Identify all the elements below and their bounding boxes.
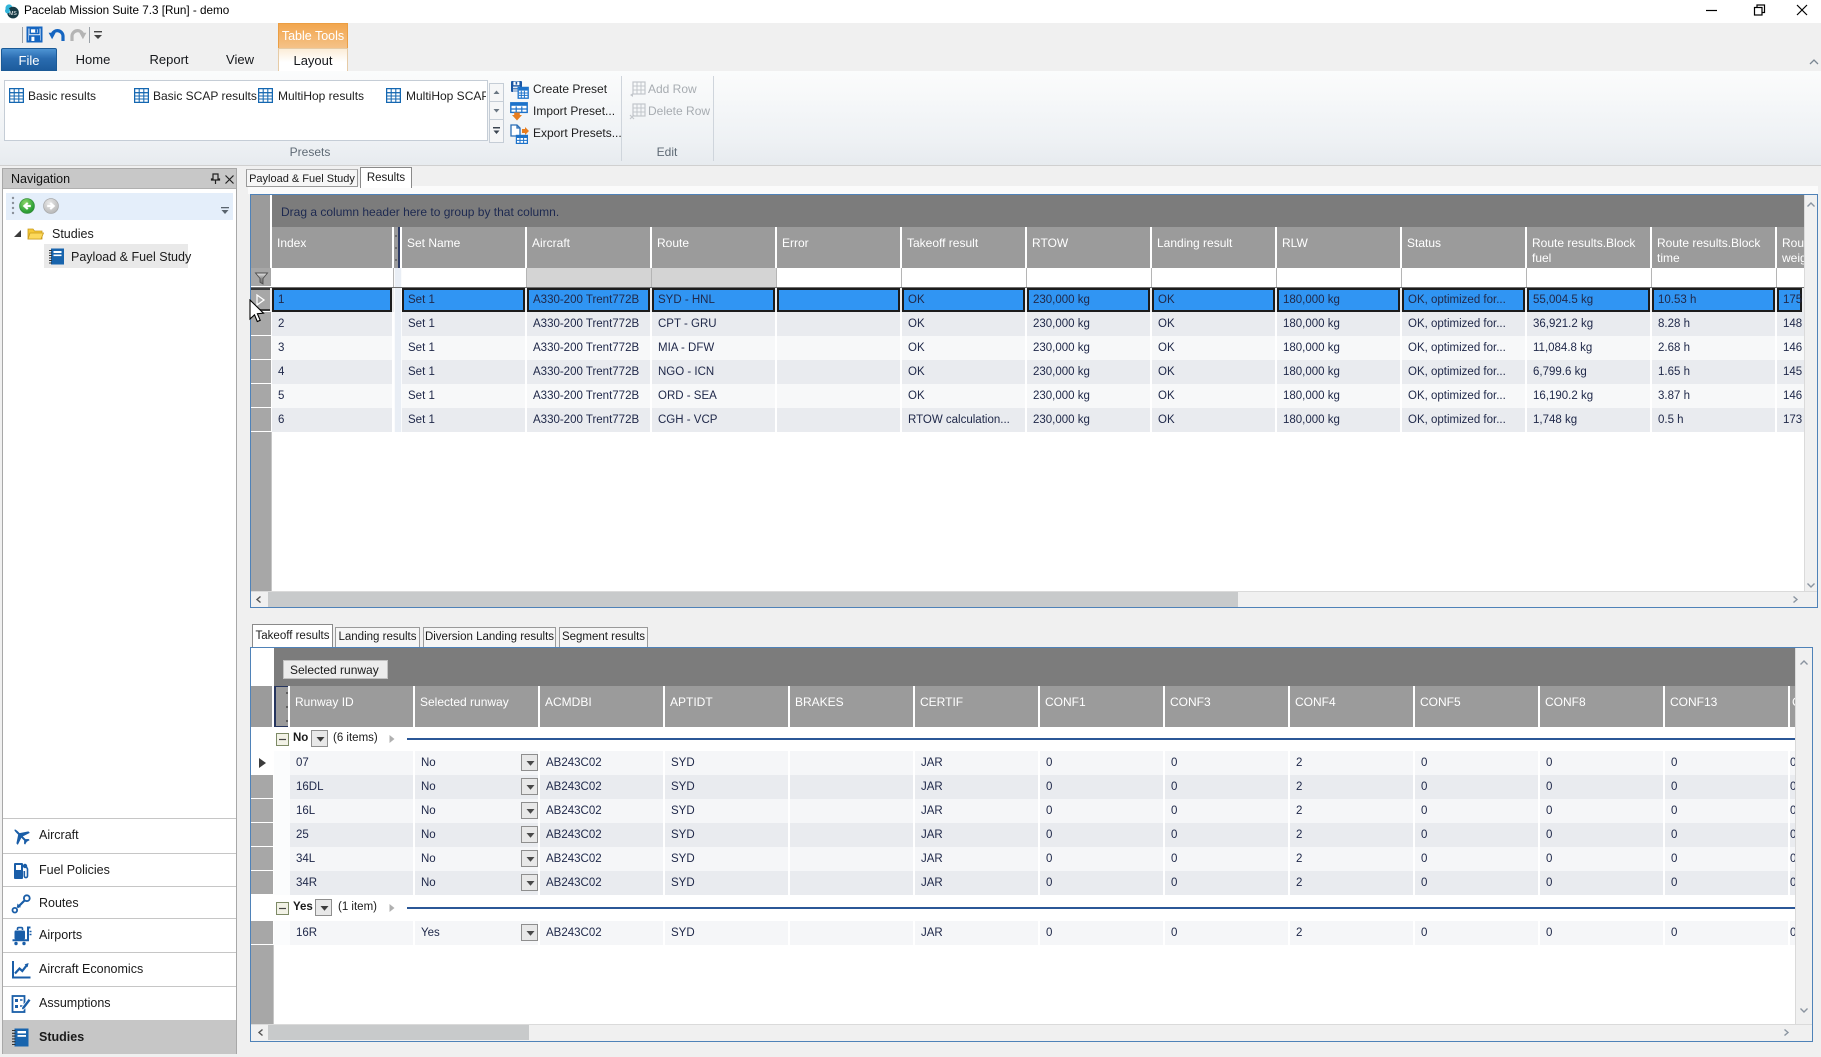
svg-text:MS: MS [9,11,17,17]
